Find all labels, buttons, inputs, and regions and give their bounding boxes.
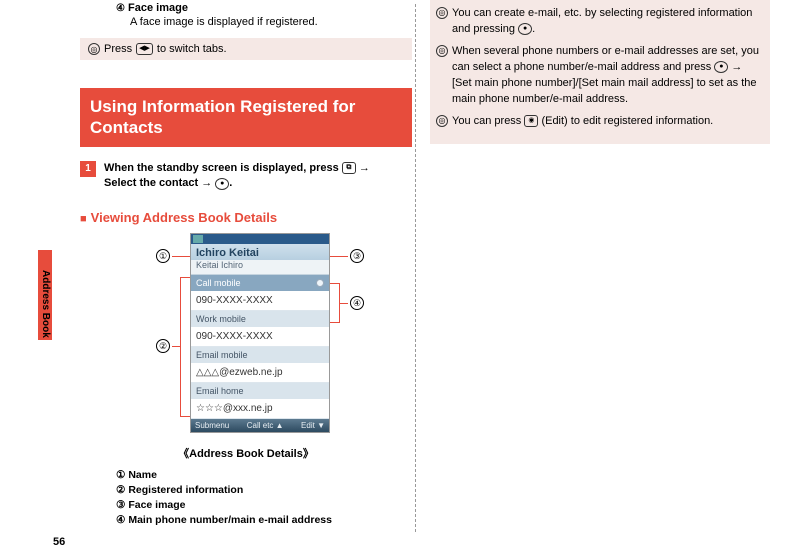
note-3-text-b: (Edit) to edit registered information. xyxy=(541,115,713,127)
addressbook-key-icon: ⧉ xyxy=(342,162,356,174)
callout-2: ② xyxy=(156,339,170,353)
ring-bullet-icon: ◎ xyxy=(88,43,100,55)
note-1-text-b: . xyxy=(532,23,535,35)
phone-screenshot: Ichiro Keitai Keitai Ichiro Call mobile … xyxy=(190,233,330,433)
phone-row: Email mobile △△△@ezweb.ne.jp xyxy=(191,347,329,383)
phone-row: Email home ☆☆☆@xxx.ne.jp xyxy=(191,383,329,419)
step-1-number: 1 xyxy=(80,161,96,177)
step-1-text: When the standby screen is displayed, pr… xyxy=(104,161,412,193)
ring-bullet-icon: ◎ xyxy=(436,115,448,127)
arrow-icon: → xyxy=(731,61,742,73)
legend-3: ③ Face image xyxy=(116,499,412,511)
row-label: Work mobile xyxy=(196,314,246,324)
softkey-right: Edit ▼ xyxy=(301,421,325,430)
center-key-icon: ● xyxy=(518,23,532,35)
legend-1: ① Name xyxy=(116,469,412,481)
softkey-left: Submenu xyxy=(195,421,229,430)
arrow-icon: → xyxy=(201,177,212,189)
left-column: ④ Face image A face image is displayed i… xyxy=(80,0,412,526)
legend-2: ② Registered information xyxy=(116,484,412,496)
note-2: ◎ When several phone numbers or e-mail a… xyxy=(436,44,764,108)
legend-4: ④ Main phone number/main e-mail address xyxy=(116,514,412,526)
step-1: 1 When the standby screen is displayed, … xyxy=(80,161,412,193)
row-label: Email home xyxy=(196,386,244,396)
callout-line xyxy=(330,256,348,257)
center-key-icon: ● xyxy=(714,61,728,73)
phone-diagram: ① ② ③ ④ Ichiro Keitai Keitai Ichiro Call… xyxy=(80,233,412,443)
note-1: ◎ You can create e-mail, etc. by selecti… xyxy=(436,6,764,38)
row-value: ☆☆☆@xxx.ne.jp xyxy=(191,399,329,419)
step-1-text-b: Select the contact xyxy=(104,177,198,189)
legend: ① Name ② Registered information ③ Face i… xyxy=(80,469,412,526)
right-column: ◎ You can create e-mail, etc. by selecti… xyxy=(430,0,770,144)
row-label: Call mobile xyxy=(196,278,241,288)
nav-key-icon: ◀▶ xyxy=(136,43,153,55)
period: . xyxy=(229,177,232,189)
arrow-icon: → xyxy=(359,162,370,174)
ring-bullet-icon: ◎ xyxy=(436,7,448,19)
row-label: Email mobile xyxy=(196,350,248,360)
row-value: 090-XXXX-XXXX xyxy=(191,327,329,347)
face-image-title: Face image xyxy=(128,2,188,14)
contact-reading: Keitai Ichiro xyxy=(191,260,329,275)
step-1-text-a: When the standby screen is displayed, pr… xyxy=(104,162,339,174)
callout-1: ① xyxy=(156,249,170,263)
note-3-text-a: You can press xyxy=(452,115,521,127)
callout-line xyxy=(172,256,190,257)
callout-line xyxy=(340,303,348,304)
softkey-center: Call etc ▲ xyxy=(247,421,284,430)
camera-key-icon: ◉ xyxy=(524,115,538,127)
callout-3: ③ xyxy=(350,249,364,263)
face-image-heading: ④ Face image xyxy=(116,2,412,14)
note-3: ◎ You can press ◉ (Edit) to edit registe… xyxy=(436,114,764,130)
tip-bar: ◎ Press ◀▶ to switch tabs. xyxy=(80,38,412,60)
tip-suffix: to switch tabs. xyxy=(157,43,227,55)
tip-prefix: Press xyxy=(104,43,132,55)
note-2-text-a: When several phone numbers or e-mail add… xyxy=(452,45,759,73)
callout-bracket xyxy=(330,283,340,323)
callout-line xyxy=(172,346,180,347)
viewing-details-heading: Viewing Address Book Details xyxy=(80,210,412,225)
marker-4-icon: ④ xyxy=(116,3,125,14)
main-mark-icon xyxy=(316,279,324,287)
column-divider xyxy=(415,4,416,532)
phone-caption: 《Address Book Details》 xyxy=(80,445,412,461)
callout-bracket xyxy=(180,277,190,417)
section-header: Using Information Registered for Contact… xyxy=(80,88,412,147)
phone-softkeys: Submenu Call etc ▲ Edit ▼ xyxy=(191,419,329,432)
row-value: △△△@ezweb.ne.jp xyxy=(191,363,329,383)
status-icon xyxy=(193,235,203,243)
notes-block: ◎ You can create e-mail, etc. by selecti… xyxy=(430,0,770,144)
side-tab-label: Address Book xyxy=(40,270,51,338)
contact-name: Ichiro Keitai xyxy=(191,244,329,260)
phone-row: Work mobile 090-XXXX-XXXX xyxy=(191,311,329,347)
center-key-icon: ● xyxy=(215,178,229,190)
page-number: 56 xyxy=(53,536,65,548)
face-image-desc: A face image is displayed if registered. xyxy=(130,16,412,28)
ring-bullet-icon: ◎ xyxy=(436,45,448,57)
note-2-text-b: [Set main phone number]/[Set main mail a… xyxy=(452,77,757,105)
note-1-text-a: You can create e-mail, etc. by selecting… xyxy=(452,7,752,35)
row-value: 090-XXXX-XXXX xyxy=(191,291,329,311)
phone-status-bar xyxy=(191,234,329,244)
phone-row-selected: Call mobile 090-XXXX-XXXX xyxy=(191,275,329,311)
callout-4: ④ xyxy=(350,296,364,310)
